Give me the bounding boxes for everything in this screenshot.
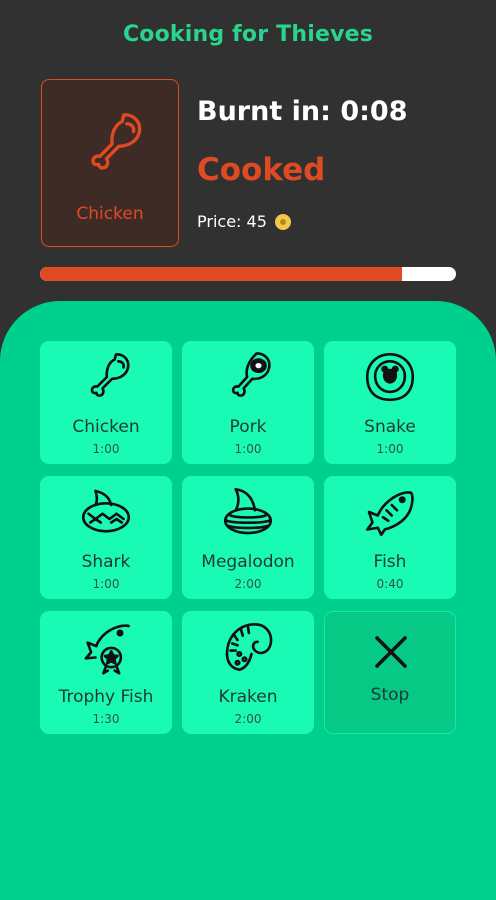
food-grid: Chicken 1:00 Pork 1:00 Snake 1:00 Shark …	[40, 341, 456, 734]
food-time: 0:40	[376, 577, 404, 591]
cook-status: Cooked	[197, 152, 326, 188]
current-food-card: Chicken	[41, 79, 179, 247]
food-tile-snake[interactable]: Snake 1:00	[324, 341, 456, 464]
app-title: Cooking for Thieves	[122, 22, 374, 47]
food-tile-megalodon[interactable]: Megalodon 2:00	[182, 476, 314, 599]
price-label: Price: 45	[197, 212, 267, 231]
food-name: Kraken	[218, 687, 278, 707]
coin-icon	[274, 213, 291, 230]
close-icon	[375, 636, 407, 668]
current-food-label: Chicken	[76, 204, 144, 224]
food-tile-pork[interactable]: Pork 1:00	[182, 341, 314, 464]
food-name: Chicken	[72, 417, 140, 437]
stop-label: Stop	[370, 685, 410, 705]
food-tile-chicken[interactable]: Chicken 1:00	[40, 341, 172, 464]
cook-progress-bar	[40, 267, 456, 281]
food-time: 1:00	[234, 442, 262, 456]
food-name: Megalodon	[201, 552, 295, 572]
trophy-fish-icon	[84, 624, 131, 675]
burnt-timer: Burnt in: 0:08	[197, 96, 408, 127]
food-time: 2:00	[234, 712, 262, 726]
food-tile-kraken[interactable]: Kraken 2:00	[182, 611, 314, 734]
food-tile-fish[interactable]: Fish 0:40	[324, 476, 456, 599]
food-time: 1:00	[92, 577, 120, 591]
chicken-leg-icon	[90, 352, 130, 397]
food-time: 1:00	[376, 442, 404, 456]
stop-button[interactable]: Stop	[324, 611, 456, 734]
food-tile-trophy-fish[interactable]: Trophy Fish 1:30	[40, 611, 172, 734]
food-name: Fish	[373, 552, 407, 572]
price-row: Price: 45	[197, 212, 291, 231]
pork-leg-icon	[231, 352, 271, 397]
kraken-tentacle-icon	[225, 622, 273, 672]
chicken-leg-icon	[91, 113, 142, 170]
food-name: Snake	[364, 417, 416, 437]
food-time: 1:00	[92, 442, 120, 456]
shark-icon	[81, 489, 131, 533]
food-tile-shark[interactable]: Shark 1:00	[40, 476, 172, 599]
megalodon-icon	[223, 487, 273, 535]
food-name: Trophy Fish	[58, 687, 154, 707]
food-time: 1:30	[92, 712, 120, 726]
snake-icon	[365, 352, 415, 402]
fish-icon	[365, 491, 414, 537]
food-name: Shark	[81, 552, 131, 572]
cook-progress-fill	[40, 267, 402, 281]
food-name: Pork	[229, 417, 267, 437]
food-time: 2:00	[234, 577, 262, 591]
